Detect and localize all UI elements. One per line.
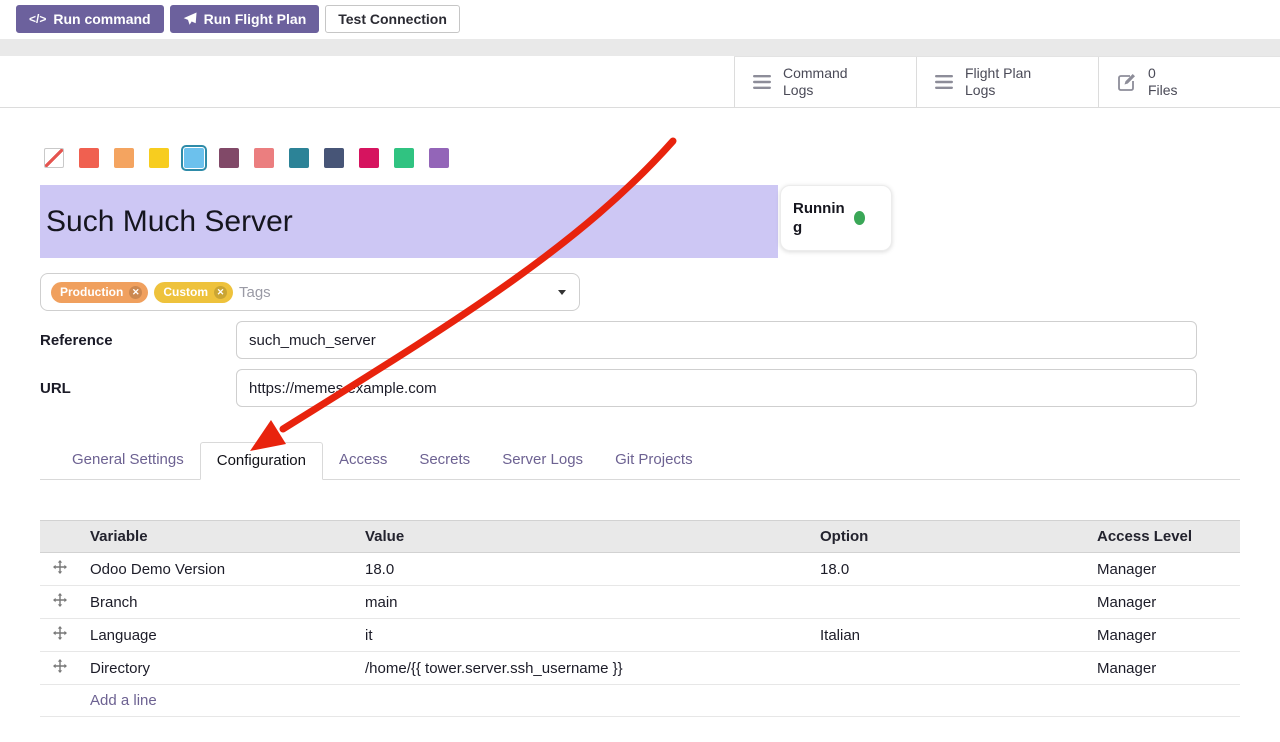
table-row: Odoo Demo Version 18.0 18.0 Manager: [40, 553, 1240, 586]
table-row: Language it Italian Manager: [40, 619, 1240, 652]
status-dot-icon: [854, 211, 865, 225]
column-header-variable: Variable: [80, 521, 355, 553]
drag-handle-icon[interactable]: [53, 659, 67, 673]
notebook-tabs: General Settings Configuration Access Se…: [40, 442, 1240, 480]
tags-field[interactable]: Production ✕ Custom ✕ Tags: [40, 273, 580, 311]
tag-label: Custom: [163, 286, 208, 298]
cell-access[interactable]: Manager: [1087, 553, 1240, 586]
tab-server-logs[interactable]: Server Logs: [486, 442, 599, 480]
caret-down-icon[interactable]: [558, 290, 566, 295]
tag-production[interactable]: Production ✕: [51, 282, 148, 303]
stat-label: Flight Plan Logs: [965, 65, 1031, 100]
add-line-row: Add a line: [40, 685, 1240, 717]
cell-variable[interactable]: Odoo Demo Version: [80, 553, 355, 586]
tab-secrets[interactable]: Secrets: [403, 442, 486, 480]
cell-value[interactable]: 18.0: [355, 553, 810, 586]
breadcrumb-strip: [0, 39, 1280, 56]
stat-label: 0 Files: [1148, 65, 1178, 100]
run-flight-plan-button[interactable]: Run Flight Plan: [170, 5, 320, 33]
color-palette: [44, 148, 1240, 168]
code-icon: </>: [29, 12, 46, 26]
status-button[interactable]: Running: [780, 185, 892, 251]
column-header-option: Option: [810, 521, 1087, 553]
flight-plan-logs-button[interactable]: Flight Plan Logs: [916, 57, 1098, 107]
cell-variable[interactable]: Branch: [80, 586, 355, 619]
cell-value[interactable]: /home/{{ tower.server.ssh_username }}: [355, 652, 810, 685]
drag-handle-icon[interactable]: [53, 593, 67, 607]
tab-git-projects[interactable]: Git Projects: [599, 442, 709, 480]
cell-variable[interactable]: Language: [80, 619, 355, 652]
header-bar: Command Logs Flight Plan Logs 0 Files: [0, 56, 1280, 108]
command-logs-button[interactable]: Command Logs: [734, 57, 916, 107]
color-swatch-salmon[interactable]: [254, 148, 274, 168]
cell-access[interactable]: Manager: [1087, 586, 1240, 619]
tag-remove-icon[interactable]: ✕: [214, 286, 227, 299]
color-swatch-purple[interactable]: [429, 148, 449, 168]
color-swatch-dark-blue[interactable]: [324, 148, 344, 168]
cell-variable[interactable]: Directory: [80, 652, 355, 685]
stat-buttons: Command Logs Flight Plan Logs 0 Files: [734, 56, 1280, 107]
add-a-line-link[interactable]: Add a line: [90, 692, 157, 709]
cell-option[interactable]: 18.0: [810, 553, 1087, 586]
cell-value[interactable]: it: [355, 619, 810, 652]
color-swatch-light-blue[interactable]: [184, 148, 204, 168]
cell-option[interactable]: [810, 652, 1087, 685]
reference-label: Reference: [40, 332, 236, 349]
reference-input[interactable]: [236, 321, 1197, 359]
table-row: Directory /home/{{ tower.server.ssh_user…: [40, 652, 1240, 685]
title-row: Such Much Server Running: [40, 185, 1240, 258]
color-swatch-dark-purple[interactable]: [219, 148, 239, 168]
drag-handle-icon[interactable]: [53, 560, 67, 574]
list-icon: [753, 75, 771, 89]
test-connection-label: Test Connection: [338, 11, 447, 27]
url-label: URL: [40, 380, 236, 397]
tag-custom[interactable]: Custom ✕: [154, 282, 233, 303]
color-swatch-teal[interactable]: [289, 148, 309, 168]
tag-remove-icon[interactable]: ✕: [129, 286, 142, 299]
test-connection-button[interactable]: Test Connection: [325, 5, 460, 33]
url-input[interactable]: [236, 369, 1197, 407]
stat-label: Command Logs: [783, 65, 848, 100]
color-swatch-none[interactable]: [44, 148, 64, 168]
run-command-label: Run command: [53, 11, 150, 27]
reference-row: Reference: [40, 321, 1240, 359]
cell-option[interactable]: Italian: [810, 619, 1087, 652]
drag-handle-icon[interactable]: [53, 626, 67, 640]
color-swatch-red[interactable]: [79, 148, 99, 168]
server-name-field[interactable]: Such Much Server: [40, 185, 778, 258]
top-toolbar: </> Run command Run Flight Plan Test Con…: [0, 0, 1280, 39]
run-flight-plan-label: Run Flight Plan: [204, 11, 307, 27]
tab-configuration[interactable]: Configuration: [200, 442, 323, 480]
status-label: Running: [793, 199, 845, 238]
tag-label: Production: [60, 286, 123, 298]
color-swatch-orange[interactable]: [114, 148, 134, 168]
cell-value[interactable]: main: [355, 586, 810, 619]
column-header-access-level: Access Level: [1087, 521, 1240, 553]
color-swatch-green[interactable]: [394, 148, 414, 168]
cell-option[interactable]: [810, 586, 1087, 619]
list-icon: [935, 75, 953, 89]
table-row: Branch main Manager: [40, 586, 1240, 619]
files-button[interactable]: 0 Files: [1098, 57, 1280, 107]
tab-general-settings[interactable]: General Settings: [56, 442, 200, 480]
table-header-row: Variable Value Option Access Level: [40, 521, 1240, 553]
paper-plane-icon: [183, 12, 197, 26]
color-swatch-yellow[interactable]: [149, 148, 169, 168]
edit-square-icon: [1117, 73, 1136, 92]
url-row: URL: [40, 369, 1240, 407]
handle-column-header: [40, 521, 80, 553]
tags-placeholder: Tags: [239, 284, 271, 301]
run-command-button[interactable]: </> Run command: [16, 5, 164, 33]
tab-access[interactable]: Access: [323, 442, 403, 480]
color-swatch-fuchsia[interactable]: [359, 148, 379, 168]
cell-access[interactable]: Manager: [1087, 619, 1240, 652]
record-sheet: Such Much Server Running Production ✕ Cu…: [0, 148, 1280, 717]
column-header-value: Value: [355, 521, 810, 553]
configuration-table: Variable Value Option Access Level Odoo …: [40, 520, 1240, 717]
cell-access[interactable]: Manager: [1087, 652, 1240, 685]
